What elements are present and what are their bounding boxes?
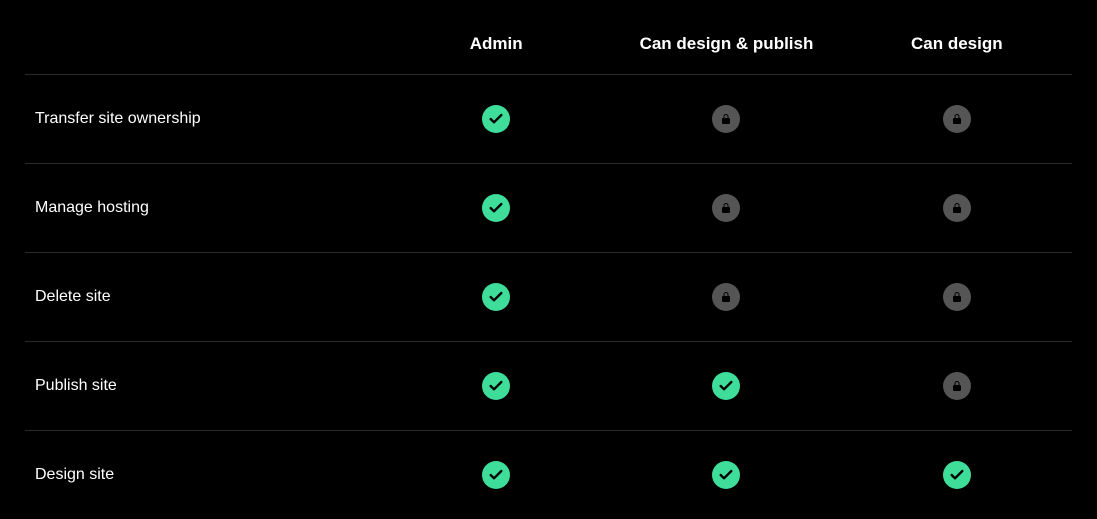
- column-header-design: Can design: [842, 20, 1072, 75]
- permission-cell: [381, 431, 611, 519]
- permission-cell: [842, 253, 1072, 342]
- column-header-design-publish: Can design & publish: [611, 20, 841, 75]
- permission-cell: [611, 253, 841, 342]
- feature-label: Transfer site ownership: [25, 75, 381, 164]
- feature-label: Publish site: [25, 342, 381, 431]
- permission-cell: [611, 342, 841, 431]
- column-header-admin: Admin: [381, 20, 611, 75]
- check-icon: [943, 461, 971, 489]
- permission-cell: [611, 164, 841, 253]
- check-icon: [482, 194, 510, 222]
- check-icon: [712, 372, 740, 400]
- permission-cell: [381, 342, 611, 431]
- table-row: Publish site: [25, 342, 1072, 431]
- table-row: Design site: [25, 431, 1072, 519]
- check-icon: [712, 461, 740, 489]
- lock-icon: [943, 283, 971, 311]
- feature-label: Design site: [25, 431, 381, 519]
- table-row: Transfer site ownership: [25, 75, 1072, 164]
- lock-icon: [943, 372, 971, 400]
- table-row: Manage hosting: [25, 164, 1072, 253]
- permission-cell: [842, 431, 1072, 519]
- lock-icon: [943, 194, 971, 222]
- permission-cell: [381, 75, 611, 164]
- lock-icon: [712, 105, 740, 133]
- permission-cell: [842, 164, 1072, 253]
- lock-icon: [712, 283, 740, 311]
- check-icon: [482, 105, 510, 133]
- lock-icon: [943, 105, 971, 133]
- check-icon: [482, 461, 510, 489]
- permissions-table: Admin Can design & publish Can design Tr…: [25, 20, 1072, 519]
- permission-cell: [611, 431, 841, 519]
- check-icon: [482, 372, 510, 400]
- table-header-row: Admin Can design & publish Can design: [25, 20, 1072, 75]
- lock-icon: [712, 194, 740, 222]
- column-header-feature: [25, 20, 381, 75]
- check-icon: [482, 283, 510, 311]
- permission-cell: [381, 164, 611, 253]
- feature-label: Delete site: [25, 253, 381, 342]
- table-row: Delete site: [25, 253, 1072, 342]
- permission-cell: [842, 75, 1072, 164]
- feature-label: Manage hosting: [25, 164, 381, 253]
- permission-cell: [842, 342, 1072, 431]
- permission-cell: [611, 75, 841, 164]
- permission-cell: [381, 253, 611, 342]
